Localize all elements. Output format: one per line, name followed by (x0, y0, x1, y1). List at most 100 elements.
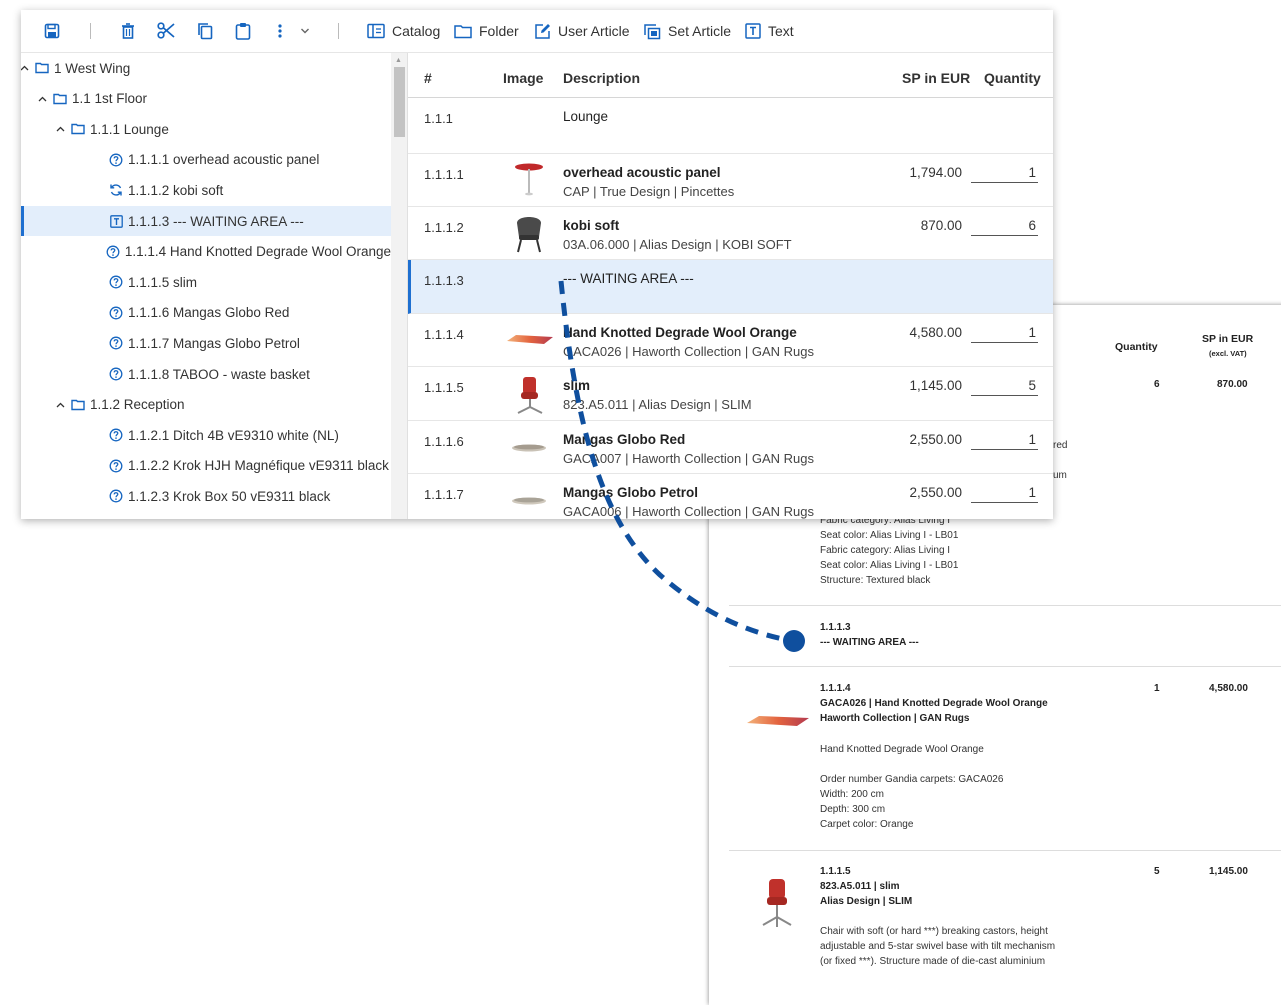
folder-label: Folder (479, 23, 519, 39)
scroll-up-arrow-icon[interactable]: ▲ (395, 57, 402, 64)
row-price: 4,580.00 (909, 325, 962, 340)
tree-item-label: 1.1.1.7 Mangas Globo Petrol (128, 335, 300, 351)
doc-rug-price: 4,580.00 (1209, 683, 1248, 694)
tree-item[interactable]: 1.1.2.1 Ditch 4B vE9310 white (NL) (21, 420, 391, 450)
tree-item[interactable]: 1.1.1.6 Mangas Globo Red (21, 298, 391, 328)
catalog-label: Catalog (392, 23, 441, 39)
doc-slim-desc: adjustable and 5-star swivel base with t… (820, 941, 1056, 952)
folder-button[interactable]: Folder (454, 21, 519, 41)
text-box-icon (109, 214, 123, 228)
catalog-button[interactable]: Catalog (367, 21, 440, 41)
chevron-up-icon[interactable] (53, 126, 67, 132)
help-circle-icon (109, 489, 123, 503)
row-number: 1.1.1.7 (424, 487, 464, 502)
chevron-down-icon[interactable] (295, 21, 315, 41)
text-button[interactable]: Text (745, 21, 794, 41)
delete-icon[interactable] (118, 21, 138, 41)
doc-rug-detail: Width: 200 cm (820, 789, 884, 800)
quantity-input[interactable]: 6 (971, 218, 1038, 236)
chevron-up-icon[interactable] (53, 402, 67, 408)
column-header-price[interactable]: SP in EUR (902, 70, 970, 86)
quantity-input[interactable]: 1 (971, 325, 1038, 343)
doc-slim-line2: Alias Design | SLIM (820, 896, 913, 907)
column-header-number[interactable]: # (424, 70, 432, 86)
sync-icon (109, 183, 123, 197)
tree-item-label: 1.1.1.4 Hand Knotted Degrade Wool Orange (124, 244, 391, 260)
column-header-image[interactable]: Image (503, 70, 543, 86)
tree-item[interactable]: 1.1.1.8 TABOO - waste basket (21, 359, 391, 389)
table-row[interactable]: 1.1.1.3 --- WAITING AREA --- (408, 260, 1053, 314)
quantity-input[interactable]: 1 (971, 485, 1038, 503)
cut-icon[interactable] (156, 21, 176, 41)
table-row[interactable]: 1.1.1.6 Mangas Globo Red GACA007 | Haworth… (408, 421, 1053, 474)
table-row[interactable]: 1.1.1.5 slim 823.A5.011 | Alias Design | S… (408, 367, 1053, 421)
copy-icon[interactable] (195, 21, 215, 41)
tree-item-label: 1.1.1.8 TABOO - waste basket (128, 366, 310, 382)
tree-item[interactable]: 1.1.1.2 kobi soft (21, 175, 391, 205)
row-number: 1.1.1.5 (424, 380, 464, 395)
chevron-up-icon[interactable] (35, 96, 49, 102)
tree-item[interactable]: 1.1.1.5 slim (21, 267, 391, 297)
rug-image (506, 332, 554, 351)
row-subtitle: 03A.06.000 | Alias Design | KOBI SOFT (563, 237, 792, 252)
doc-rug-desc: Hand Knotted Degrade Wool Orange (820, 744, 984, 755)
tree-item-label: 1.1.1.3 --- WAITING AREA --- (128, 213, 304, 229)
doc-upper-line: Seat color: Alias Living I - LB01 (820, 530, 959, 541)
quantity-input[interactable]: 5 (971, 378, 1038, 396)
column-header-quantity[interactable]: Quantity (984, 70, 1041, 86)
help-circle-icon (109, 306, 123, 320)
tree-item[interactable]: 1.1.2.3 Krok Box 50 vE9311 black (21, 481, 391, 511)
tree-item-label: 1.1.1 Lounge (90, 121, 169, 137)
table-row[interactable]: 1.1.1.7 Mangas Globo Petrol GACA006 | Hawo… (408, 474, 1053, 519)
doc-rug-detail: Carpet color: Orange (820, 819, 914, 830)
row-price: 1,145.00 (909, 378, 962, 393)
tree-item[interactable]: 1.1.1.1 overhead acoustic panel (21, 145, 391, 175)
folder-icon (35, 61, 49, 75)
set-article-button[interactable]: Set Article (643, 21, 731, 41)
help-circle-icon (109, 336, 123, 350)
row-number: 1.1.1.2 (424, 220, 464, 235)
paste-icon[interactable] (233, 21, 253, 41)
row-number: 1.1.1.4 (424, 327, 464, 342)
quantity-input[interactable]: 1 (971, 165, 1038, 183)
tree-item-label: 1.1.2.3 Krok Box 50 vE9311 black (128, 488, 331, 504)
tree-item-label: 1.1.1.1 overhead acoustic panel (128, 152, 320, 168)
doc-fragment-red: red (1053, 440, 1068, 451)
user-article-button[interactable]: User Article (534, 21, 630, 41)
row-number: 1.1.1.1 (424, 167, 464, 182)
tree-item[interactable]: 1.1.2 Reception (21, 390, 391, 420)
doc-fragment-um: um (1053, 470, 1067, 481)
row-description: Hand Knotted Degrade Wool Orange (563, 325, 797, 340)
row-price: 2,550.00 (909, 432, 962, 447)
chevron-up-icon[interactable] (21, 65, 31, 71)
save-icon[interactable] (42, 21, 62, 41)
tree-item[interactable]: 1.1.2.2 Krok HJH Magnéfique vE9311 black (21, 451, 391, 481)
armchair-image (513, 215, 545, 258)
tree-item[interactable]: 1.1.1.7 Mangas Globo Petrol (21, 328, 391, 358)
tree-item-label: 1.1 1st Floor (72, 91, 148, 107)
folder-icon (71, 122, 85, 136)
table-row[interactable]: 1.1.1.2 kobi soft 03A.06.000 | Alias Desig… (408, 207, 1053, 260)
table-row[interactable]: 1.1.1.4 Hand Knotted Degrade Wool Orange G… (408, 314, 1053, 367)
column-header-description[interactable]: Description (563, 70, 640, 86)
help-circle-icon (109, 275, 123, 289)
toolbar-divider (90, 23, 91, 39)
row-number: 1.1.1 (424, 111, 453, 126)
tree-item[interactable]: 1.1.1 Lounge (21, 114, 391, 144)
tree-item[interactable]: 1.1.1.4 Hand Knotted Degrade Wool Orange (21, 237, 391, 267)
row-description: kobi soft (563, 218, 620, 233)
tree-item[interactable]: 1.1.1.3 --- WAITING AREA --- (21, 206, 391, 236)
table-row[interactable]: 1.1.1.1 overhead acoustic panel CAP | True… (408, 154, 1053, 207)
tree-item[interactable]: 1 West Wing (21, 53, 391, 83)
quantity-input[interactable]: 1 (971, 432, 1038, 450)
doc-rug-num: 1.1.1.4 (820, 683, 851, 694)
tree-view: 1 West Wing 1.1 1st Floor 1.1.1 Lounge 1.1.… (21, 53, 407, 519)
text-label: Text (768, 23, 794, 39)
table-row[interactable]: 1.1.1 Lounge (408, 98, 1053, 154)
more-vertical-icon[interactable] (270, 21, 290, 41)
row-subtitle: GACA006 | Haworth Collection | GAN Rugs (563, 504, 814, 519)
toolbar: Catalog Folder User Article Set Article … (21, 10, 1053, 53)
tree-scrollbar-thumb[interactable] (394, 67, 405, 137)
user-article-label: User Article (558, 23, 630, 39)
tree-item[interactable]: 1.1 1st Floor (21, 84, 391, 114)
